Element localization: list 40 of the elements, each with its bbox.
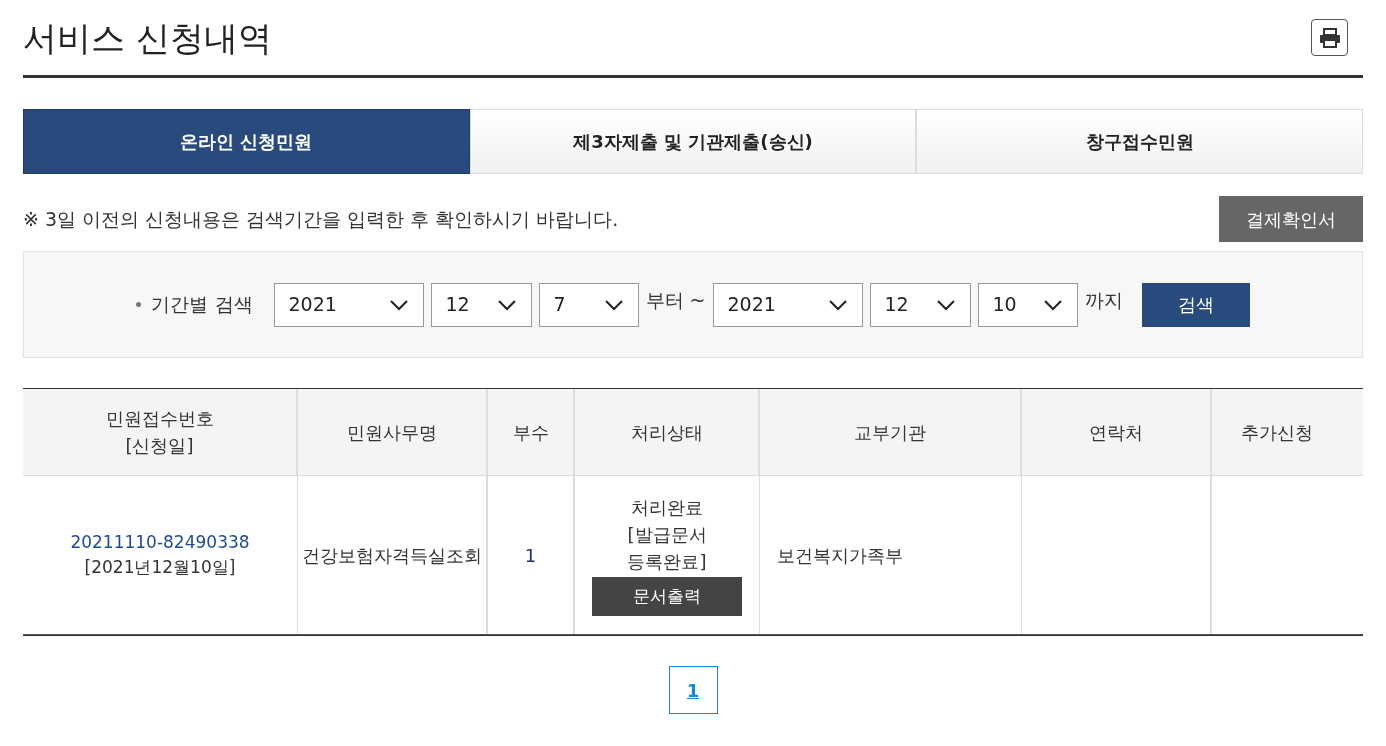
tab[interactable]: 제3자제출 및 기관제출(송신) xyxy=(469,109,917,174)
printer-icon xyxy=(1318,27,1341,48)
column-header: 교부기관 xyxy=(760,389,1022,475)
application-number-link[interactable]: 20211110-82490338 xyxy=(70,529,250,555)
dropdown-field[interactable]: 7 xyxy=(538,282,639,327)
column-header: 연락처 xyxy=(1022,389,1212,475)
application-date: [2021년12월10일] xyxy=(84,556,236,579)
search-button[interactable]: 검색 xyxy=(1141,282,1250,327)
dropdown-field[interactable]: 10 xyxy=(977,282,1078,327)
print-document-button[interactable]: 문서출력 xyxy=(592,577,742,616)
table-cell: 보건복지가족부 xyxy=(760,476,1022,634)
search-label: 기간별 검색 xyxy=(151,292,253,318)
dropdown-field[interactable]: 2021 xyxy=(273,282,424,327)
tab[interactable]: 온라인 신청민원 xyxy=(23,109,470,174)
chevron-icon xyxy=(935,298,956,311)
notice-text: ※ 3일 이전의 신청내용은 검색기간을 입력한 후 확인하시기 바랍니다. xyxy=(23,206,619,232)
column-header: 처리상태 xyxy=(575,389,760,475)
from-suffix: 부터 ~ xyxy=(645,288,706,314)
payment-confirmation-button[interactable]: 결제확인서 xyxy=(1219,196,1363,242)
dropdown-field[interactable]: 12 xyxy=(430,282,532,327)
column-header: 민원접수번호 [신청일] xyxy=(23,389,298,475)
dropdown-field[interactable]: 12 xyxy=(869,282,971,327)
chevron-icon xyxy=(827,298,848,311)
to-suffix: 까지 xyxy=(1084,288,1123,314)
table-cell: 건강보험자격득실조회 xyxy=(298,476,488,634)
chevron-icon xyxy=(496,298,517,311)
page-link[interactable]: 1 xyxy=(668,666,718,714)
bullet-icon xyxy=(136,302,142,307)
table-cell: 1 xyxy=(488,476,575,634)
status-text: 처리완료 [발급문서 등록완료] xyxy=(627,496,707,574)
chevron-icon xyxy=(388,298,409,311)
dropdown-field[interactable]: 2021 xyxy=(712,282,863,327)
tab[interactable]: 창구접수민원 xyxy=(916,109,1363,174)
page-title: 서비스 신청내역 xyxy=(23,17,272,60)
chevron-icon xyxy=(1042,298,1063,311)
print-button[interactable] xyxy=(1311,19,1348,56)
column-header: 민원사무명 xyxy=(298,389,488,475)
column-header: 추가신청 xyxy=(1240,420,1314,445)
chevron-icon xyxy=(603,298,624,311)
column-header: 부수 xyxy=(488,389,575,475)
